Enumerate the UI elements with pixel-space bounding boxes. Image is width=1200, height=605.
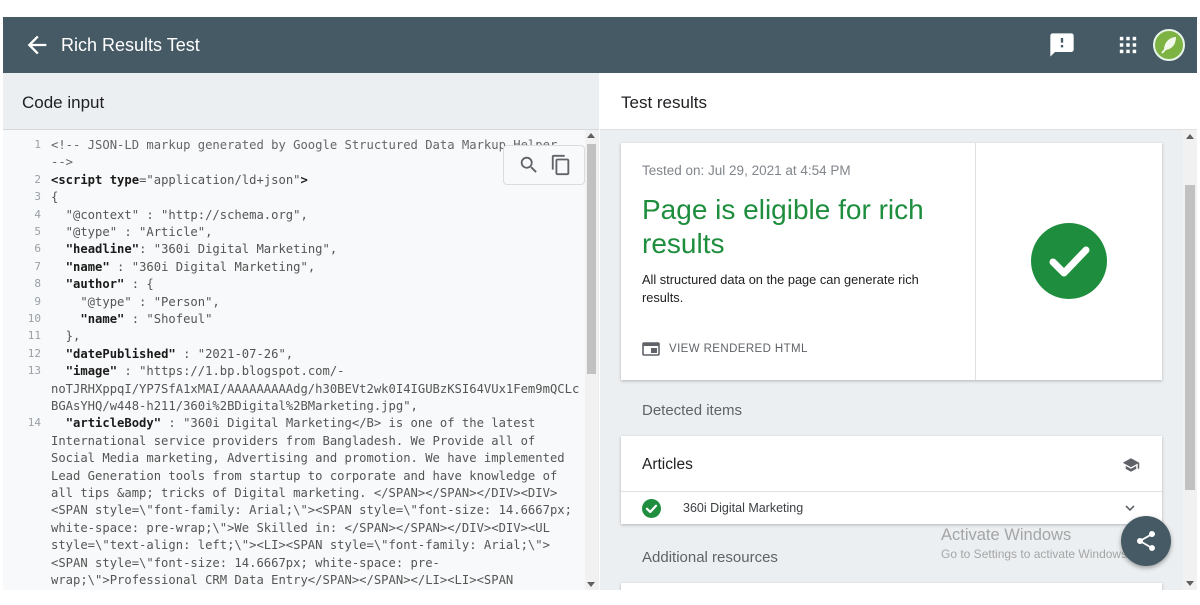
code-text: "image" : "https://1.bp.blogspot.com/- bbox=[65, 364, 345, 379]
code-text: style=\"text-align: left;\"><LI><SPAN st… bbox=[51, 538, 550, 553]
line-number: 10 bbox=[27, 312, 41, 325]
article-item-name: 360i Digital Marketing bbox=[683, 501, 804, 515]
code-text: wrap;\">Professional CRM Data Entry</SPA… bbox=[51, 573, 514, 587]
scroll-up-arrow[interactable] bbox=[587, 133, 595, 138]
article-item-row[interactable]: 360i Digital Marketing bbox=[621, 492, 1162, 524]
code-text: <script type="application/ld+json"> bbox=[51, 172, 308, 187]
code-text: white-space: pre-wrap;\">We Skilled in: … bbox=[51, 520, 550, 535]
code-text: "datePublished" : "2021-07-26", bbox=[65, 346, 294, 361]
app-bar: Rich Results Test bbox=[3, 17, 1197, 73]
code-text: "author" : { bbox=[65, 277, 154, 292]
code-text: "name" : "Shofeul" bbox=[80, 312, 213, 326]
code-text: { bbox=[51, 190, 59, 205]
additional-resources-label: Additional resources bbox=[642, 549, 778, 566]
apps-grid-icon[interactable] bbox=[1114, 31, 1142, 59]
scroll-thumb[interactable] bbox=[1185, 185, 1195, 490]
line-number: 6 bbox=[34, 242, 41, 256]
line-number: 7 bbox=[34, 259, 41, 273]
eligibility-description: All structured data on the page can gene… bbox=[642, 272, 919, 305]
result-summary-card: Tested on: Jul 29, 2021 at 4:54 PM Page … bbox=[621, 143, 1162, 380]
share-icon bbox=[1136, 531, 1155, 551]
code-text: Lead Generation tools from startup to co… bbox=[51, 468, 558, 483]
articles-title: Articles bbox=[642, 456, 693, 473]
line-number: 13 bbox=[27, 364, 41, 378]
code-text: "@context" : "http://schema.org", bbox=[51, 207, 308, 222]
code-text: "@type" : "Article", bbox=[51, 225, 213, 239]
scroll-up-arrow[interactable] bbox=[1186, 134, 1194, 139]
avatar-leaf-icon bbox=[1161, 37, 1176, 54]
card-divider bbox=[975, 143, 976, 380]
browser-window-icon bbox=[642, 342, 660, 356]
tested-on-timestamp: Tested on: Jul 29, 2021 at 4:54 PM bbox=[642, 163, 851, 178]
code-text: "@type" : "Person", bbox=[51, 294, 220, 309]
code-text: }, bbox=[51, 329, 81, 344]
scroll-down-arrow[interactable] bbox=[1186, 581, 1194, 586]
code-text: Social Media marketing, Advertising and … bbox=[51, 451, 565, 466]
copy-icon[interactable] bbox=[550, 154, 572, 176]
success-check-icon bbox=[1031, 223, 1107, 299]
code-text: "articleBody" : "360i Digital Marketing<… bbox=[65, 416, 536, 431]
valid-check-icon bbox=[642, 499, 661, 518]
code-toolbar bbox=[503, 145, 585, 185]
line-number: 11 bbox=[27, 329, 41, 343]
articles-card: Articles 360i Digital Marketing bbox=[621, 436, 1162, 524]
test-results-pane: Test results Tested on: Jul 29, 2021 at … bbox=[600, 73, 1197, 590]
line-number: 4 bbox=[34, 207, 41, 221]
feedback-icon[interactable] bbox=[1048, 31, 1076, 59]
account-avatar[interactable] bbox=[1153, 29, 1185, 61]
windows-activation-watermark: Activate Windows Go to Settings to activ… bbox=[941, 526, 1130, 561]
detected-items-label: Detected items bbox=[642, 402, 743, 419]
code-text: --> bbox=[51, 155, 74, 170]
code-text: all tips &amp; tricks of Digital marketi… bbox=[51, 486, 558, 500]
line-number: 14 bbox=[27, 416, 41, 430]
eligibility-headline: Page is eligible for rich results bbox=[642, 194, 924, 259]
line-number: 2 bbox=[34, 172, 41, 186]
code-text: noTJRHXppqI/YP7SfA1xMAI/AAAAAAAAAdg/h30B… bbox=[51, 381, 580, 396]
line-number: 8 bbox=[34, 277, 41, 291]
scroll-thumb[interactable] bbox=[587, 144, 596, 374]
line-number: 1 bbox=[34, 138, 41, 151]
search-icon[interactable] bbox=[518, 154, 540, 176]
code-input-title: Code input bbox=[22, 93, 105, 112]
back-arrow-icon[interactable] bbox=[23, 31, 51, 59]
code-text: International service providers from Ban… bbox=[51, 433, 536, 448]
view-rendered-html-label: VIEW RENDERED HTML bbox=[669, 343, 808, 355]
graduation-cap-icon[interactable] bbox=[1121, 456, 1141, 474]
code-text: <SPAN style=\"font-size: 14.6667px; whit… bbox=[51, 555, 440, 570]
code-text: "name" : "360i Digital Marketing", bbox=[65, 259, 316, 274]
line-number: 12 bbox=[27, 346, 41, 360]
watermark-line-2: Go to Settings to activate Windows. bbox=[941, 547, 1131, 561]
code-text: BGAsYHQ/w448-h211/360i%2BDigital%2BMarke… bbox=[51, 399, 418, 413]
code-text: "headline": "360i Digital Marketing", bbox=[65, 242, 338, 257]
line-number: 9 bbox=[34, 294, 41, 308]
test-results-header: Test results bbox=[600, 73, 1197, 130]
code-editor[interactable]: 1 <!-- JSON-LD markup generated by Google… bbox=[3, 130, 585, 590]
watermark-line-1: Activate Windows bbox=[941, 526, 1072, 544]
test-results-title: Test results bbox=[621, 93, 707, 112]
line-number: 5 bbox=[34, 225, 41, 238]
line-number: 3 bbox=[34, 190, 41, 204]
code-scrollbar[interactable] bbox=[585, 130, 598, 590]
additional-resources-card bbox=[621, 583, 1162, 590]
share-button[interactable] bbox=[1121, 516, 1171, 566]
code-text: <!-- JSON-LD markup generated by Google … bbox=[51, 138, 558, 152]
app-title: Rich Results Test bbox=[61, 35, 200, 55]
scroll-down-arrow[interactable] bbox=[587, 582, 595, 587]
code-text: <SPAN style=\"font-family: Arial;\"><SPA… bbox=[51, 503, 572, 518]
chevron-down-icon[interactable] bbox=[1123, 501, 1137, 515]
results-scrollbar[interactable] bbox=[1183, 130, 1197, 590]
